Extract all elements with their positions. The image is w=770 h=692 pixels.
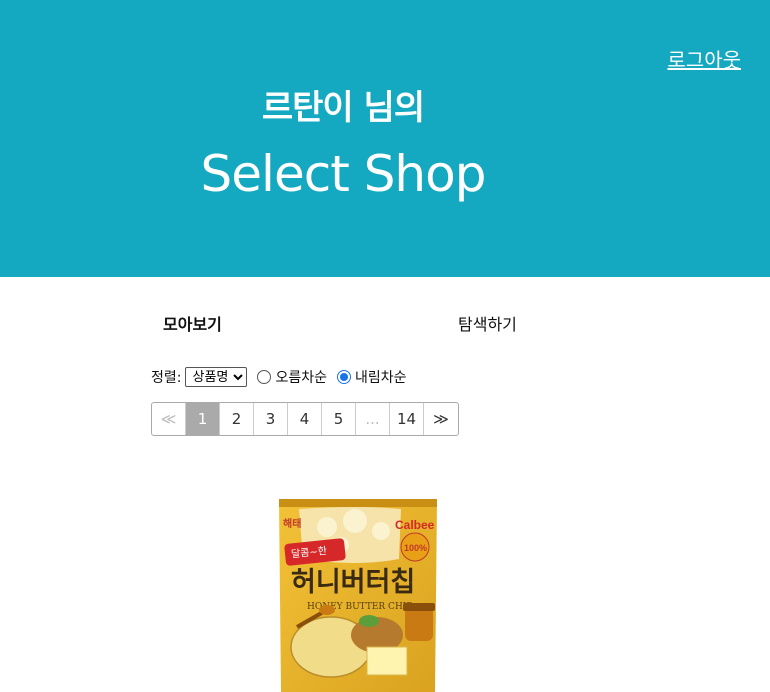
page-button-1[interactable]: 1: [186, 403, 220, 435]
asc-label: 오름차순: [275, 370, 328, 386]
page-button-2[interactable]: 2: [220, 403, 254, 435]
brand-logo: 해태: [283, 517, 301, 530]
page-next-button[interactable]: ≫: [424, 403, 458, 435]
butter-block: [366, 646, 408, 676]
calbee-logo: Calbee: [395, 518, 435, 532]
sort-controls: 정렬: 상품명 오름차순 내림차순: [151, 367, 407, 387]
shop-title: Select Shop: [200, 145, 487, 203]
asc-radio[interactable]: [257, 370, 272, 384]
tab-search[interactable]: 탐색하기: [458, 311, 517, 335]
page-button-last[interactable]: 14: [390, 403, 424, 435]
honey-pot: [405, 607, 433, 641]
product-image[interactable]: 해태 Calbee 100% 달콤~한 허니버터칩 HONEY BUTTER C…: [277, 497, 439, 692]
greeting-title: 르탄이 님의: [261, 88, 425, 128]
bag-seal: [279, 499, 437, 507]
page-prev-button[interactable]: ≪: [152, 403, 186, 435]
page-button-3[interactable]: 3: [254, 403, 288, 435]
page-button-4[interactable]: 4: [288, 403, 322, 435]
product-title-text: 허니버터칩: [291, 567, 415, 598]
header-banner: 로그아웃 르탄이 님의 Select Shop: [0, 0, 770, 277]
page-button-5[interactable]: 5: [322, 403, 356, 435]
leaf: [359, 615, 379, 627]
logout-link[interactable]: 로그아웃: [667, 44, 741, 73]
badge-text: 100%: [404, 543, 427, 553]
desc-radio[interactable]: [337, 370, 352, 384]
sort-select[interactable]: 상품명: [185, 367, 248, 387]
sort-label: 정렬:: [151, 370, 182, 386]
pagination: ≪ 1 2 3 4 5 ... 14 ≫: [151, 402, 459, 436]
desc-label: 내림차순: [355, 370, 407, 386]
tab-all[interactable]: 모아보기: [163, 311, 222, 335]
page-ellipsis: ...: [356, 403, 390, 435]
